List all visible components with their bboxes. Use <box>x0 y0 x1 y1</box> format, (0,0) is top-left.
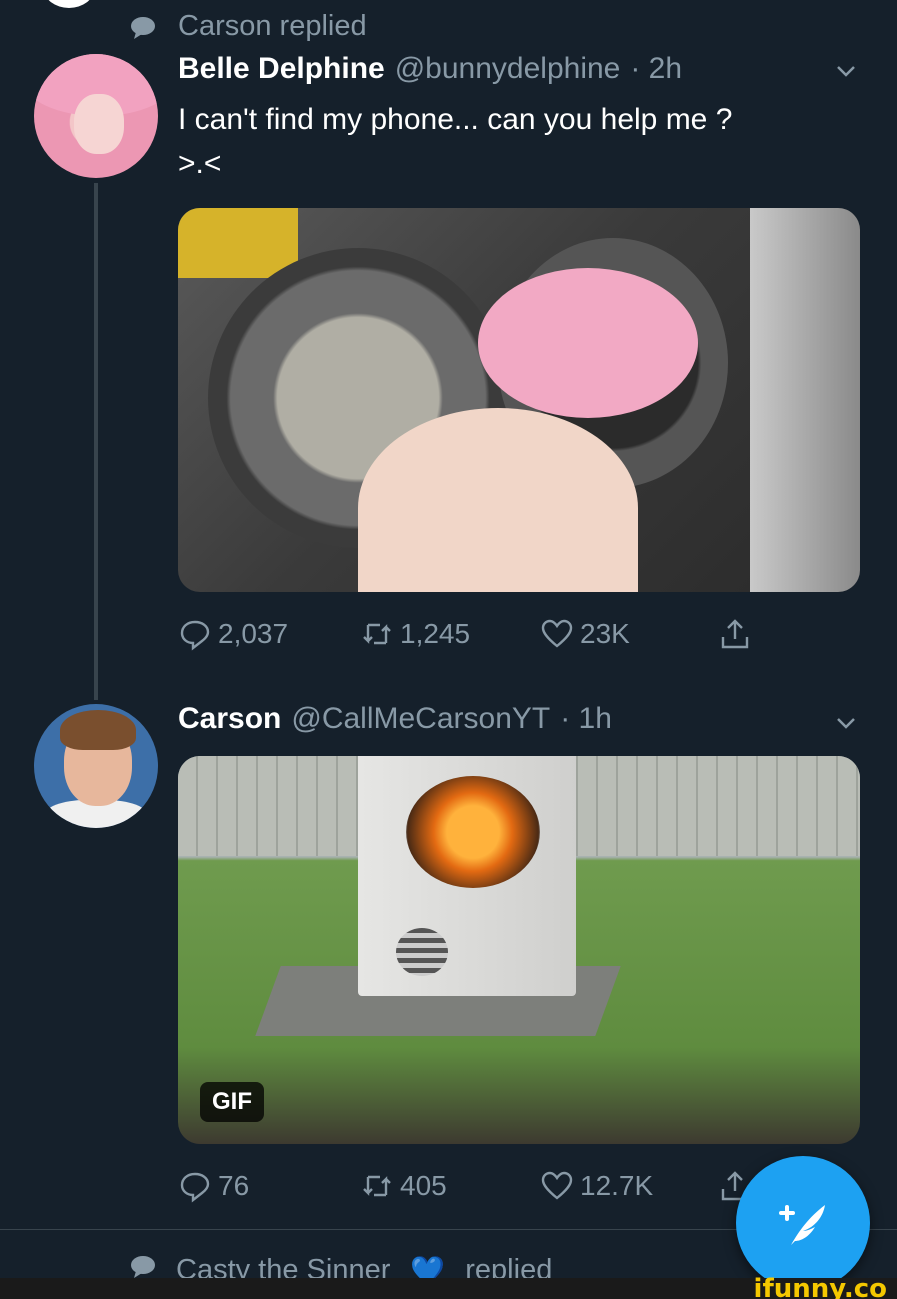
like-button[interactable]: 23K <box>540 614 630 654</box>
reply-icon <box>180 1172 210 1203</box>
reply-button[interactable]: 76 <box>178 1166 249 1206</box>
like-button[interactable]: 12.7K <box>540 1166 653 1206</box>
thread-line <box>94 183 98 700</box>
heart-icon <box>541 1171 573 1200</box>
tweet-image[interactable] <box>178 208 860 592</box>
reply-icon <box>180 620 210 651</box>
retweet-button[interactable]: 1,245 <box>360 614 470 654</box>
gif-badge: GIF <box>200 1082 264 1122</box>
retweet-count: 405 <box>400 1170 447 1201</box>
tweet-text: I can't find my phone... can you help me… <box>178 98 732 186</box>
reply-context-text: Carson replied <box>178 9 367 42</box>
share-button[interactable] <box>718 614 752 654</box>
previous-avatar[interactable] <box>44 0 94 8</box>
tweet-header: Carson @CallMeCarsonYT · 1h <box>178 702 612 736</box>
speech-bubble-icon <box>130 15 156 39</box>
retweet-count: 1,245 <box>400 618 471 649</box>
reply-count: 76 <box>218 1170 250 1201</box>
chevron-down-icon[interactable] <box>835 60 857 82</box>
reply-context-top: Carson replied <box>130 6 367 46</box>
reply-count: 2,037 <box>218 618 289 649</box>
avatar[interactable] <box>34 704 158 828</box>
timestamp: · 2h <box>630 52 683 85</box>
heart-icon <box>541 619 573 648</box>
avatar[interactable] <box>34 54 158 178</box>
tweet-actions: 2,037 1,245 23K <box>178 614 778 654</box>
chevron-down-icon[interactable] <box>835 712 857 734</box>
tweet-text-line: I can't find my phone... can you help me… <box>178 103 733 136</box>
retweet-icon <box>363 623 391 645</box>
tweet-actions: 76 405 12.7K <box>178 1166 778 1206</box>
like-count: 12.7K <box>580 1170 654 1201</box>
retweet-icon <box>363 1175 391 1197</box>
watermark-logo: ifunny.co <box>753 1274 887 1299</box>
handle[interactable]: @CallMeCarsonYT <box>291 702 550 736</box>
timestamp: · 1h <box>560 702 612 735</box>
like-count: 23K <box>580 618 630 649</box>
retweet-button[interactable]: 405 <box>360 1166 447 1206</box>
compose-feather-icon <box>779 1205 825 1245</box>
tweet-gif[interactable]: GIF <box>178 756 860 1144</box>
tweet-header: Belle Delphine @bunnydelphine · 2h <box>178 52 682 86</box>
tweet-text-line: >.< <box>178 147 222 180</box>
reply-button[interactable]: 2,037 <box>178 614 288 654</box>
share-icon <box>721 619 749 649</box>
display-name[interactable]: Belle Delphine <box>178 52 385 86</box>
handle[interactable]: @bunnydelphine <box>395 52 621 86</box>
compose-tweet-button[interactable] <box>736 1156 870 1290</box>
display-name[interactable]: Carson <box>178 702 281 736</box>
